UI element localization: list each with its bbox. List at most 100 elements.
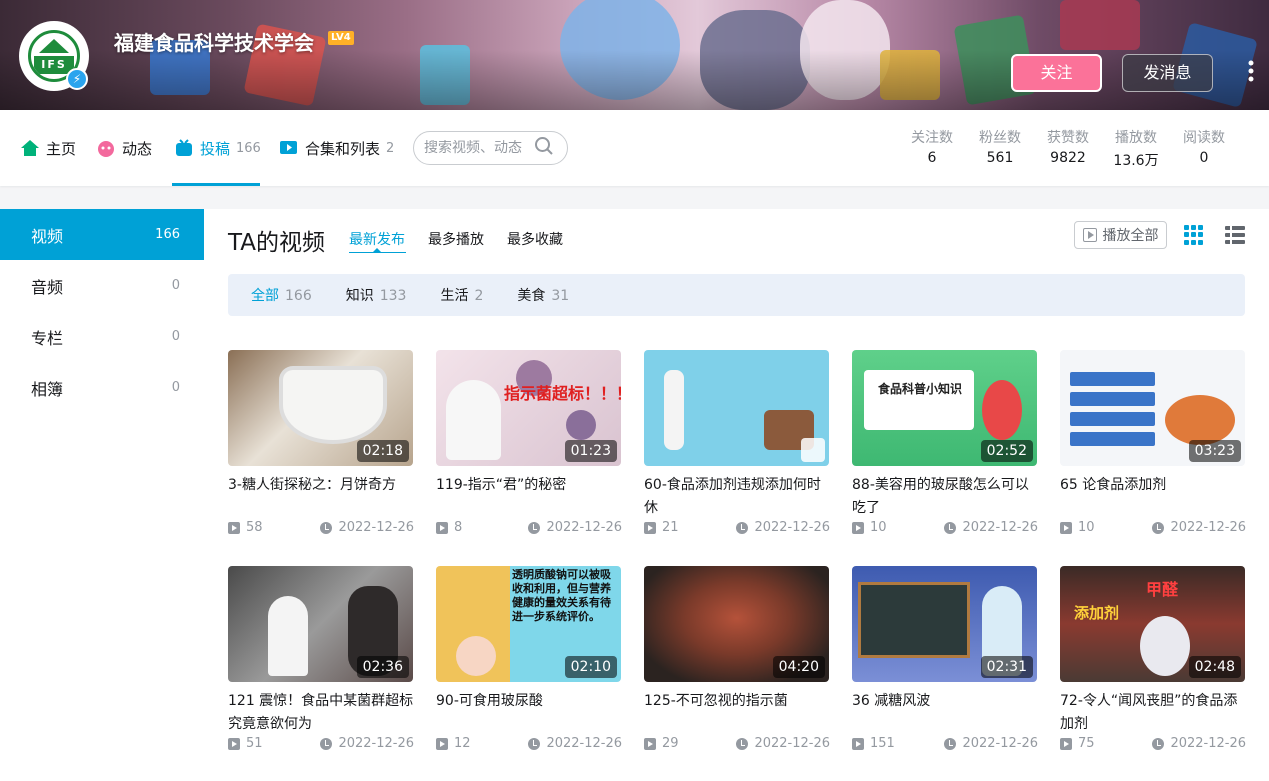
play-count-icon: [228, 737, 240, 750]
sidebar-item-label: 专栏: [31, 328, 64, 348]
sort-latest[interactable]: 最新发布: [349, 229, 405, 249]
filter-label: 全部: [251, 288, 279, 304]
play-icon: [1082, 228, 1097, 242]
username[interactable]: 福建食品科学技术学会: [114, 27, 314, 56]
video-title[interactable]: 3-糖人街探秘之：月饼奇方: [228, 474, 414, 520]
stat-reads: 阅读数 0: [1170, 127, 1238, 170]
video-duration: 04:20: [772, 656, 825, 678]
video-title[interactable]: 125-不可忽视的指示菌: [644, 690, 830, 736]
filter-all[interactable]: 全部 166: [251, 285, 312, 305]
video-title[interactable]: 60-食品添加剂违规添加何时休: [644, 474, 830, 520]
video-card[interactable]: 60-食品添加剂违规添加何时休 21 2022-12-26: [644, 350, 830, 535]
profile-search[interactable]: [413, 131, 568, 165]
sidebar-item-label: 相簿: [31, 379, 64, 399]
video-card[interactable]: 03:23 65 论食品添加剂 10 2022-12-26: [1060, 350, 1246, 535]
food-bowl-image: [1165, 395, 1235, 445]
tab-home[interactable]: 主页: [20, 110, 76, 186]
video-title[interactable]: 36 减糖风波: [852, 690, 1038, 736]
thumbnail-overlay-text: 添加剂: [1074, 604, 1120, 622]
video-duration: 02:36: [356, 656, 409, 678]
publish-date: 2022-12-26: [546, 520, 622, 535]
grid-view-icon[interactable]: [1184, 225, 1204, 245]
category-filter: 全部 166 知识 133 生活 2 美食 31: [228, 274, 1245, 316]
stat-following[interactable]: 关注数 6: [898, 127, 966, 170]
search-icon[interactable]: [534, 136, 554, 160]
follow-button[interactable]: 关注: [1011, 54, 1102, 92]
avatar[interactable]: IFS ⚡: [19, 21, 89, 91]
video-card[interactable]: 食品科普小知识 02:52 88-美容用的玻尿酸怎么可以吃了 10 2022-1…: [852, 350, 1038, 535]
sidebar-item-audio[interactable]: 音频 0: [0, 260, 204, 311]
publish-date: 2022-12-26: [1170, 520, 1246, 535]
dynamic-icon: [96, 138, 116, 158]
stat-value: 0: [1199, 150, 1209, 166]
tab-collections[interactable]: 合集和列表 2: [279, 110, 394, 186]
sidebar-item-label: 音频: [31, 277, 64, 297]
video-meta: 12 2022-12-26: [436, 736, 622, 751]
doctor-figure: [446, 380, 501, 460]
thumbnail-overlay-text: 食品科普小知识: [878, 382, 963, 396]
video-card[interactable]: 02:18 3-糖人街探秘之：月饼奇方 58 2022-12-26: [228, 350, 414, 535]
video-thumbnail[interactable]: 食品科普小知识 02:52: [852, 350, 1037, 466]
video-card[interactable]: 甲醛 添加剂 02:48 72-令人“闻风丧胆”的食品添加剂 75 2022-1…: [1060, 566, 1246, 751]
publish-date: 2022-12-26: [338, 736, 414, 751]
level-badge: LV4: [328, 31, 354, 45]
video-title[interactable]: 88-美容用的玻尿酸怎么可以吃了: [852, 474, 1038, 520]
video-duration: 02:31: [980, 656, 1033, 678]
sidebar-item-article[interactable]: 专栏 0: [0, 311, 204, 362]
sidebar-item-count: 0: [171, 329, 180, 344]
play-all-button[interactable]: 播放全部: [1074, 221, 1167, 249]
watch-later-icon[interactable]: [801, 438, 825, 462]
video-title[interactable]: 90-可食用玻尿酸: [436, 690, 622, 736]
video-title[interactable]: 121 震惊！食品中某菌群超标究竟意欲何为: [228, 690, 414, 736]
tab-uploads[interactable]: 投稿 166: [174, 110, 261, 186]
video-thumbnail[interactable]: [644, 350, 829, 466]
section-title: TA的视频: [228, 230, 325, 256]
video-thumbnail[interactable]: 甲醛 添加剂 02:48: [1060, 566, 1245, 682]
play-count-icon: [1060, 737, 1072, 750]
video-thumbnail[interactable]: 02:18: [228, 350, 413, 466]
video-card[interactable]: 02:36 121 震惊！食品中某菌群超标究竟意欲何为 51 2022-12-2…: [228, 566, 414, 751]
sidebar-item-count: 0: [171, 278, 180, 293]
publish-date: 2022-12-26: [1170, 736, 1246, 751]
video-title[interactable]: 65 论食品添加剂: [1060, 474, 1246, 520]
sort-most-played[interactable]: 最多播放: [428, 229, 484, 249]
video-thumbnail[interactable]: 04:20: [644, 566, 829, 682]
stat-followers[interactable]: 粉丝数 561: [966, 127, 1034, 170]
video-title[interactable]: 119-指示“君”的秘密: [436, 474, 622, 520]
video-card[interactable]: 指示菌超标！！！ 01:23 119-指示“君”的秘密 8 2022-12-26: [436, 350, 622, 535]
clock-icon: [736, 521, 749, 534]
sidebar-item-video[interactable]: 视频 166: [0, 209, 204, 260]
verified-lightning-icon: ⚡: [66, 68, 88, 90]
video-thumbnail[interactable]: 02:36: [228, 566, 413, 682]
video-card[interactable]: 透明质酸钠可以被吸收和利用，但与营养健康的量效关系有待进一步系统评价。 02:1…: [436, 566, 622, 751]
video-card[interactable]: 04:20 125-不可忽视的指示菌 29 2022-12-26: [644, 566, 830, 751]
filter-life[interactable]: 生活 2: [440, 285, 483, 305]
search-input[interactable]: [424, 140, 534, 156]
tab-uploads-label: 投稿: [200, 139, 231, 158]
video-card[interactable]: 02:31 36 减糖风波 151 2022-12-26: [852, 566, 1038, 751]
filter-count: 2: [474, 288, 484, 304]
list-bar: [1070, 412, 1155, 426]
sort-most-favorited[interactable]: 最多收藏: [507, 229, 563, 249]
message-button[interactable]: 发消息: [1122, 54, 1213, 92]
publish-date: 2022-12-26: [962, 736, 1038, 751]
video-thumbnail[interactable]: 透明质酸钠可以被吸收和利用，但与营养健康的量效关系有待进一步系统评价。 02:1…: [436, 566, 621, 682]
tab-dynamic[interactable]: 动态: [96, 110, 152, 186]
info-card: [864, 370, 974, 430]
more-menu-icon[interactable]: [1244, 60, 1258, 86]
filter-knowledge[interactable]: 知识 133: [346, 285, 407, 305]
video-thumbnail[interactable]: 03:23: [1060, 350, 1245, 466]
publish-date: 2022-12-26: [338, 520, 414, 535]
video-thumbnail[interactable]: 指示菌超标！！！ 01:23: [436, 350, 621, 466]
filter-count: 166: [285, 288, 312, 304]
play-count-icon: [852, 737, 864, 750]
play-count-icon: [1060, 521, 1072, 534]
sidebar-item-album[interactable]: 相簿 0: [0, 362, 204, 413]
list-view-icon[interactable]: [1225, 225, 1245, 245]
play-count-icon: [644, 737, 656, 750]
filter-label: 知识: [345, 288, 374, 304]
filter-food[interactable]: 美食 31: [517, 285, 569, 305]
video-title[interactable]: 72-令人“闻风丧胆”的食品添加剂: [1060, 690, 1246, 736]
stat-label: 播放数: [1115, 130, 1157, 146]
video-thumbnail[interactable]: 02:31: [852, 566, 1037, 682]
